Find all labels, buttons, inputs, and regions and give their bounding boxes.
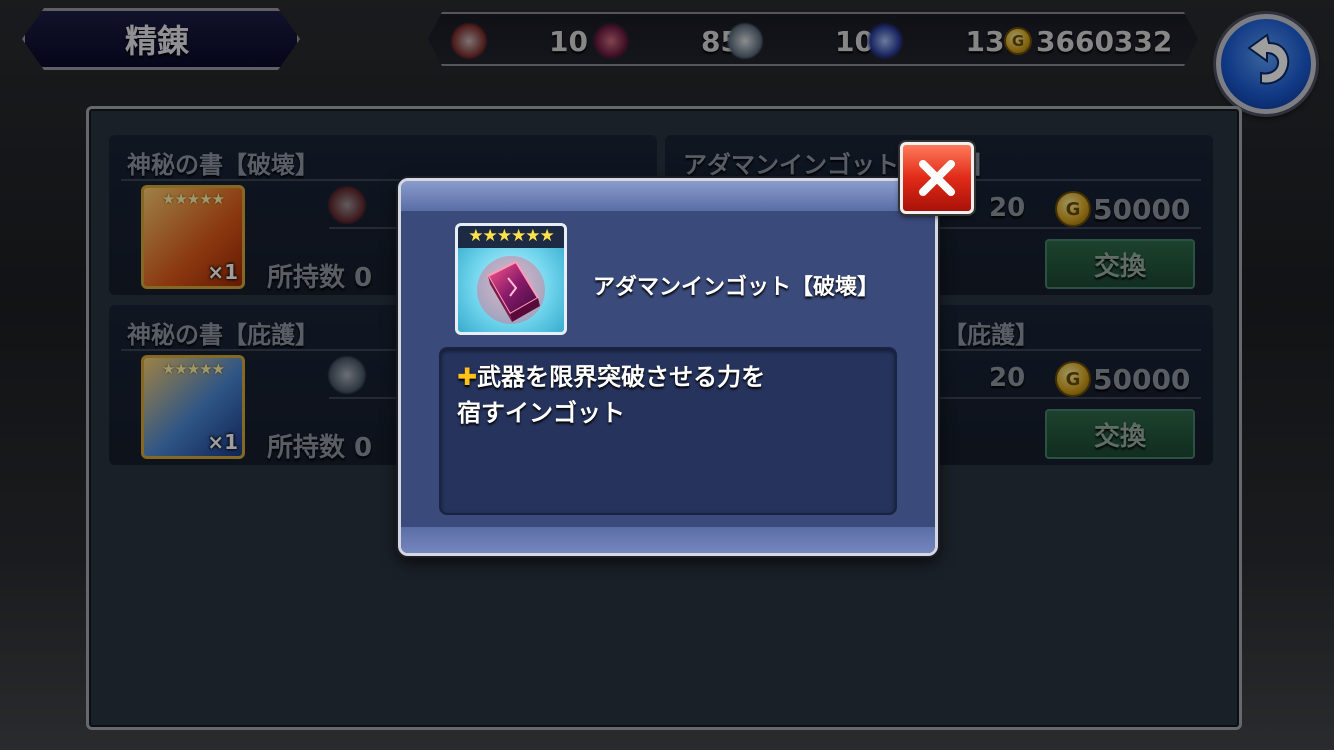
gil-value: 3660332 bbox=[1036, 24, 1173, 58]
rarity-stars: ★★★★★ bbox=[161, 190, 225, 208]
item-thumbnail[interactable]: ★★★★★ ×1 bbox=[141, 185, 245, 289]
adamant-ingot-icon bbox=[477, 256, 545, 324]
price: 50000 bbox=[1093, 193, 1191, 226]
item-quantity: ×1 bbox=[207, 430, 238, 454]
gil-coin-icon: G bbox=[1055, 361, 1091, 397]
item-detail-modal: ★★★★★★ アダマンインゴット【破壊】 ✚武器を限界突破させる力を 宿すインゴ… bbox=[398, 178, 938, 556]
owned-count: 所持数 0 bbox=[267, 433, 373, 463]
currency-red-tome: 10 bbox=[450, 14, 588, 68]
modal-item-thumbnail: ★★★★★★ bbox=[455, 223, 567, 335]
card-title: 神秘の書【破壊】 bbox=[127, 151, 319, 179]
description-text: 武器を限界突破させる力を bbox=[477, 363, 766, 391]
currency-value: 10 bbox=[835, 24, 874, 58]
rarity-stars: ★★★★★★ bbox=[458, 226, 564, 248]
gil-coin-icon: G bbox=[1055, 191, 1091, 227]
plus-icon: ✚ bbox=[457, 363, 478, 391]
red-gem-icon bbox=[592, 22, 630, 60]
blue-gem-icon bbox=[866, 22, 904, 60]
modal-item-name: アダマンインゴット【破壊】 bbox=[593, 275, 880, 300]
silver-tome-icon bbox=[726, 22, 764, 60]
back-button[interactable] bbox=[1216, 14, 1316, 114]
price: 50000 bbox=[1093, 363, 1191, 396]
currency-gil: G 3660332 bbox=[1004, 14, 1172, 68]
silver-tome-icon bbox=[327, 355, 367, 395]
currency-value: 85 bbox=[701, 24, 740, 58]
owned-count: 所持数 0 bbox=[267, 263, 373, 293]
required-count: 20 bbox=[989, 363, 1026, 393]
item-quantity: ×1 bbox=[207, 260, 238, 284]
item-description-box: ✚武器を限界突破させる力を 宿すインゴット bbox=[439, 347, 897, 515]
close-button[interactable] bbox=[900, 142, 974, 214]
red-tome-icon bbox=[450, 22, 488, 60]
rarity-stars: ★★★★★ bbox=[161, 360, 225, 378]
close-icon bbox=[919, 160, 955, 196]
gil-coin-icon: G bbox=[1004, 27, 1032, 55]
item-thumbnail[interactable]: ★★★★★ ×1 bbox=[141, 355, 245, 459]
description-text: 宿すインゴット bbox=[457, 399, 625, 427]
currency-blue-gem: 130 bbox=[866, 14, 1024, 68]
back-arrow-icon bbox=[1247, 33, 1290, 85]
exchange-button[interactable]: 交換 bbox=[1045, 409, 1195, 459]
exchange-button[interactable]: 交換 bbox=[1045, 239, 1195, 289]
currency-value: 10 bbox=[549, 24, 588, 58]
required-count: 20 bbox=[989, 193, 1026, 223]
currency-silver-tome: 10 bbox=[726, 14, 874, 68]
card-title: 神秘の書【庇護】 bbox=[127, 321, 319, 349]
screen-title: 精錬 bbox=[125, 22, 190, 60]
red-tome-icon bbox=[327, 185, 367, 225]
currency-bar: 10 85 10 130 G 3660332 bbox=[428, 12, 1198, 66]
modal-header-band bbox=[401, 181, 935, 211]
card-title: 【庇護】 bbox=[943, 321, 1039, 349]
currency-red-gem: 85 bbox=[592, 14, 740, 68]
screen-title-plate: 精錬 bbox=[22, 8, 300, 70]
modal-footer-band bbox=[401, 527, 935, 553]
description-line: ✚武器を限界突破させる力を bbox=[457, 359, 879, 395]
